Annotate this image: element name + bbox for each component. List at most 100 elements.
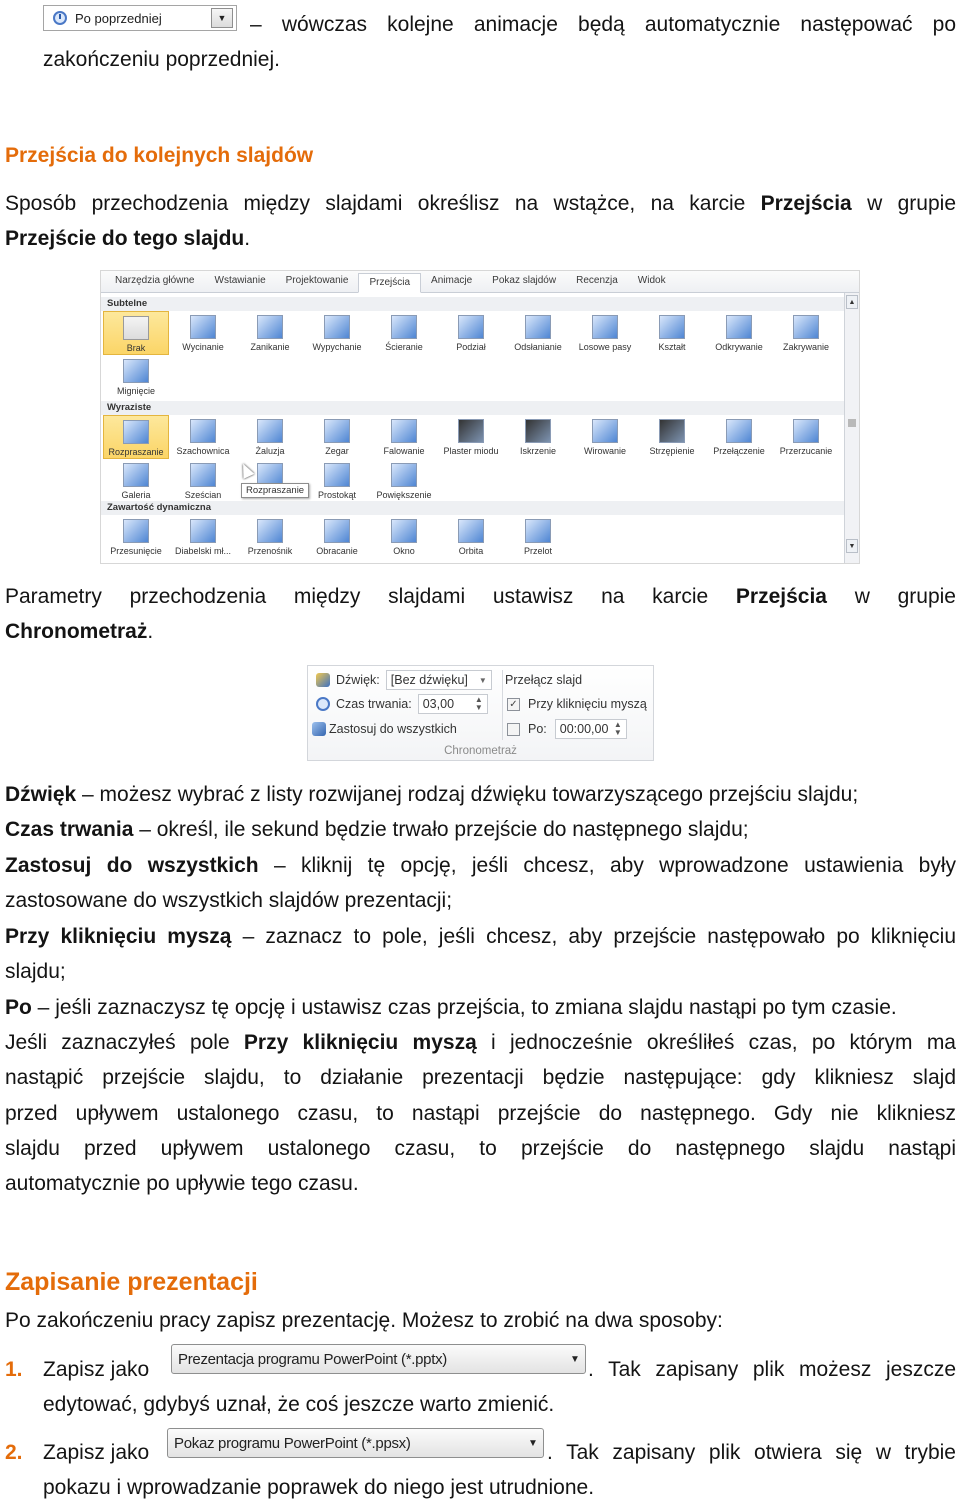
transition-option[interactable]: Przerzucanie (773, 415, 839, 459)
transition-option[interactable]: Okno (371, 515, 437, 559)
transition-label: Losowe pasy (578, 342, 632, 352)
tab-view[interactable]: Widok (628, 272, 676, 292)
tab-insert[interactable]: Wstawianie (205, 272, 276, 292)
sound-label: Dźwięk: (336, 673, 380, 687)
transition-thumbnail-icon (391, 315, 417, 339)
spinner-arrows-icon[interactable]: ▲ ▼ (475, 696, 483, 712)
gallery-category-header: Zawartość dynamiczna (101, 501, 845, 515)
scroll-thumb[interactable] (848, 419, 856, 427)
transition-option[interactable]: Szachownica (170, 415, 236, 459)
transition-option[interactable]: Przełączenie (706, 415, 772, 459)
transition-label: Falowanie (383, 446, 425, 456)
transition-option[interactable]: Brak (103, 311, 169, 355)
transition-thumbnail-icon (659, 315, 685, 339)
transition-thumbnail-icon (123, 359, 149, 383)
clock-icon (316, 697, 330, 711)
definition-on-click: Przy kliknięciu myszą – zaznacz to pole,… (5, 919, 956, 954)
transition-option[interactable]: Rozpraszanie (103, 415, 169, 459)
after-label: Po: (528, 722, 547, 736)
transition-thumbnail-icon (592, 419, 618, 443)
transition-option[interactable]: Strzępienie (639, 415, 705, 459)
transition-option[interactable]: Przenośnik (237, 515, 303, 559)
save-option-1-text-cont: edytować, gdybyś uznał, że coś jeszcze w… (43, 1393, 555, 1416)
tab-home[interactable]: Narzędzia główne (105, 272, 205, 292)
bold-term: Przejścia (735, 585, 827, 608)
transition-thumbnail-icon (525, 315, 551, 339)
save-as-pptx-combo[interactable]: Prezentacja programu PowerPoint (*.pptx)… (171, 1344, 586, 1374)
transition-option[interactable]: Podział (438, 311, 504, 355)
tab-slideshow[interactable]: Pokaz slajdów (482, 272, 566, 292)
bold-term: Chronometraż (5, 620, 148, 643)
text: w grupie (851, 192, 956, 215)
transition-option[interactable]: Powiększenie (371, 459, 437, 503)
tooltip: Rozpraszanie (241, 483, 310, 498)
text: – możesz wybrać z listy rozwijanej rodza… (76, 783, 859, 806)
transition-option[interactable]: Wirowanie (572, 415, 638, 459)
transition-option[interactable]: Falowanie (371, 415, 437, 459)
transition-label: Kształt (658, 342, 686, 352)
transition-label: Zanikanie (250, 342, 290, 352)
transition-option[interactable]: Mignięcie (103, 355, 169, 399)
transition-option[interactable]: Zakrywanie (773, 311, 839, 355)
transition-thumbnail-icon (257, 315, 283, 339)
transition-thumbnail-icon (324, 463, 350, 487)
transition-label: Mignięcie (116, 386, 156, 396)
spinner-arrows-icon[interactable]: ▲ ▼ (614, 721, 622, 737)
gallery-scrollbar[interactable]: ▲ ▼ (844, 293, 859, 563)
save-as-ppsx-combo[interactable]: Pokaz programu PowerPoint (*.ppsx) ▼ (167, 1428, 544, 1458)
checkbox-checked-icon[interactable]: ✓ (507, 697, 520, 711)
transition-option[interactable]: Odsłanianie (505, 311, 571, 355)
tab-review[interactable]: Recenzja (566, 272, 628, 292)
sound-select[interactable]: [Bez dźwięku] ▼ (385, 670, 492, 690)
bold-term: Przejście do tego slajdu (5, 227, 245, 250)
transition-thumbnail-icon (659, 419, 685, 443)
apply-to-all-button[interactable]: Zastosuj do wszystkich (312, 719, 457, 739)
transition-label: Prostokąt (317, 490, 357, 500)
chevron-down-icon[interactable]: ▼ (211, 8, 233, 28)
after-checkbox[interactable] (507, 722, 520, 736)
transition-option[interactable]: Galeria (103, 459, 169, 503)
on-mouse-click-checkbox[interactable]: ✓ Przy kliknięciu myszą (507, 694, 647, 714)
after-time-spinner[interactable]: 00:00,00 ▲ ▼ (554, 719, 627, 739)
transition-thumbnail-icon (525, 419, 551, 443)
transition-option[interactable]: Iskrzenie (505, 415, 571, 459)
transition-option[interactable]: Wypychanie (304, 311, 370, 355)
transition-option[interactable]: Zegar (304, 415, 370, 459)
transition-option[interactable]: Przelot (505, 515, 571, 559)
tab-transitions[interactable]: Przejścia (358, 273, 422, 293)
scroll-down-icon[interactable]: ▼ (846, 539, 858, 553)
tab-animations[interactable]: Animacje (421, 272, 482, 292)
transition-option[interactable]: Diabelski mł... (170, 515, 236, 559)
transition-option[interactable]: Losowe pasy (572, 311, 638, 355)
transition-option[interactable]: Ścieranie (371, 311, 437, 355)
transition-option[interactable]: Wycinanie (170, 311, 236, 355)
transition-option[interactable]: Żaluzja (237, 415, 303, 459)
transition-label: Brak (126, 343, 146, 353)
save-as-label-1: Zapisz jako (43, 1358, 150, 1381)
definition-after: Po – jeśli zaznaczysz tę opcję i ustawis… (5, 990, 960, 1025)
transition-option[interactable]: Zanikanie (237, 311, 303, 355)
transition-option[interactable]: Obracanie (304, 515, 370, 559)
text: i jednocześnie określiłeś czas, po który… (476, 1031, 956, 1054)
duration-label: Czas trwania: (336, 697, 412, 711)
transition-option[interactable]: Orbita (438, 515, 504, 559)
transition-option[interactable]: Przesunięcie (103, 515, 169, 559)
clock-icon (53, 11, 67, 25)
explanation-line-4: slajdu przed upływem ustalonego czasu, t… (5, 1137, 956, 1160)
transition-thumbnail-icon (190, 519, 216, 543)
tab-design[interactable]: Projektowanie (276, 272, 359, 292)
transition-option[interactable]: Plaster miodu (438, 415, 504, 459)
scroll-up-icon[interactable]: ▲ (846, 295, 858, 309)
list-number-2: 2. (5, 1441, 23, 1464)
transition-thumbnail-icon (324, 419, 350, 443)
transition-label: Diabelski mł... (174, 546, 231, 556)
transition-option[interactable]: Sześcian (170, 459, 236, 503)
transition-option[interactable]: Odkrywanie (706, 311, 772, 355)
transition-option[interactable]: Kształt (639, 311, 705, 355)
duration-spinner[interactable]: 03,00 ▲ ▼ (417, 694, 488, 714)
transition-label: Iskrzenie (519, 446, 556, 456)
start-option-combo[interactable]: Po poprzedniej ▼ (43, 5, 237, 31)
transition-thumbnail-icon (123, 519, 149, 543)
transition-option[interactable]: Prostokąt (304, 459, 370, 503)
transition-label: Podział (456, 342, 486, 352)
